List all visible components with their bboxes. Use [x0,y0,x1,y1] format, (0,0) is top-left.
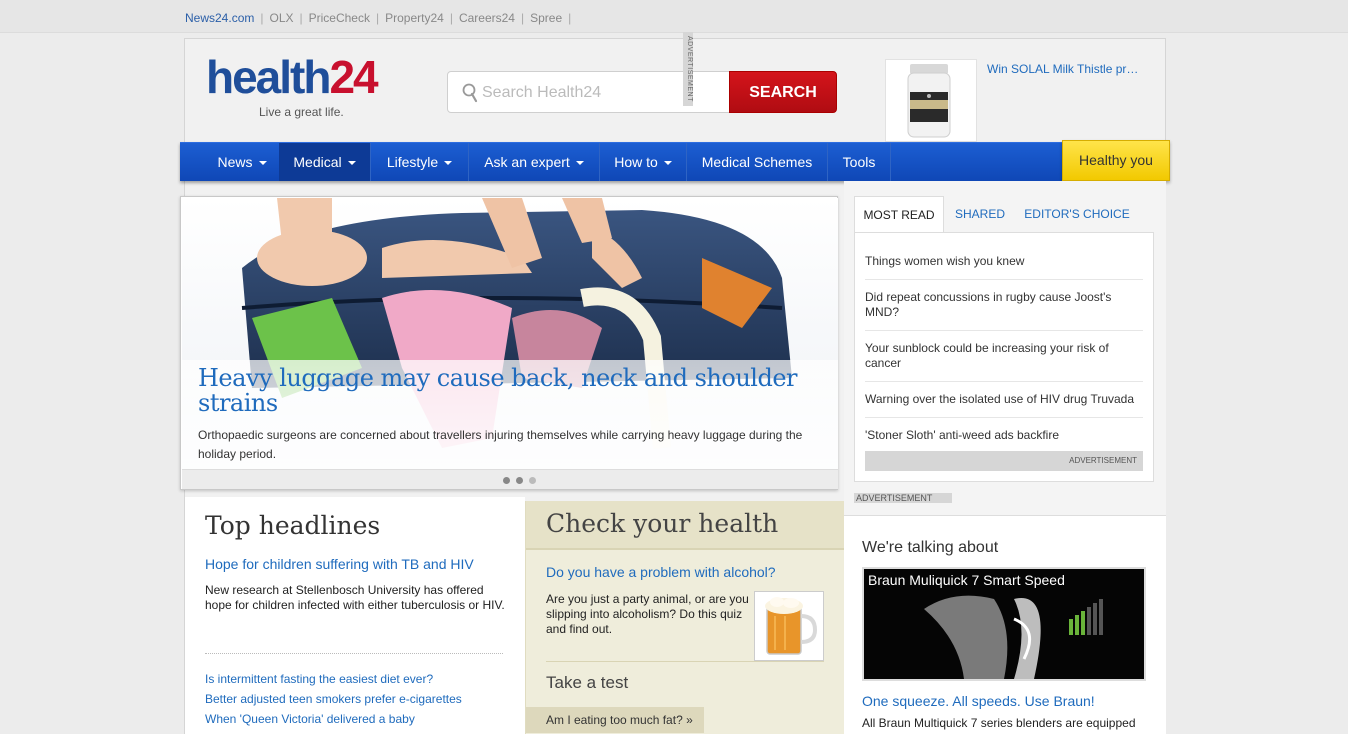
site-logo[interactable]: health24 Live a great life. [206,52,406,124]
list-item[interactable]: Your sunblock could be increasing your r… [865,341,1143,371]
chevron-down-icon [444,161,453,166]
network-link-careers24[interactable]: Careers24 [459,11,515,25]
nav-item-medical-schemes[interactable]: Medical Schemes [687,143,828,181]
divider [205,653,503,654]
network-link-olx[interactable]: OLX [269,11,293,25]
search-button[interactable]: SEARCH [729,71,837,113]
advertisement-label: ADVERTISEMENT [865,451,1143,471]
most-read-tabs: MOST READ SHARED EDITOR'S CHOICE [854,196,1154,233]
nav-healthy-you[interactable]: Healthy you [1062,140,1170,181]
top-headlines: Top headlines Hope for children sufferin… [185,497,525,734]
hero-caption: Heavy luggage may cause back, neck and s… [182,360,838,469]
network-link-pricecheck[interactable]: PriceCheck [309,11,370,25]
list-item[interactable]: Warning over the isolated use of HIV dru… [865,392,1143,407]
divider [865,417,1143,418]
top-ad-image[interactable] [885,59,977,142]
network-bar: News24.com | OLX | PriceCheck | Property24 | Car… [0,0,1348,33]
nav-item-how-to[interactable]: How to [600,143,687,181]
nav-item-medical[interactable]: Medical [279,143,371,181]
divider [546,661,824,662]
hero-description: Orthopaedic surgeons are concerned about… [198,428,803,461]
promo-link[interactable]: One squeeze. All speeds. Use Braun! [862,693,1095,709]
chevron-down-icon [347,161,356,166]
main-nav: News Medical Lifestyle Ask an expert How… [180,142,1063,181]
divider [865,381,1143,382]
carousel-dot[interactable] [503,477,510,484]
section-heading: Check your health [546,509,779,538]
carousel-pager [182,469,838,489]
logo-word-health: health [206,51,331,103]
nav-item-news[interactable]: News [200,143,285,181]
section-heading: Top headlines [205,511,381,540]
search-icon [462,83,478,103]
section-header: Check your health [526,501,844,550]
tab-most-read[interactable]: MOST READ [854,196,944,233]
list-item[interactable]: 'Stoner Sloth' anti-weed ads backfire [865,428,1143,443]
logo-word-24: 24 [329,51,378,103]
top-ad-link[interactable]: Win SOLAL Milk Thistle pr… [987,62,1138,76]
chevron-down-icon [663,161,672,166]
search-form: SEARCH [447,71,837,113]
hero-carousel[interactable]: Heavy luggage may cause back, neck and s… [180,196,838,490]
headline-link[interactable]: When 'Queen Victoria' delivered a baby [205,712,415,726]
section-heading: We're talking about [862,539,999,556]
promo-video[interactable]: Braun Muliquick 7 Smart Speed [862,567,1146,681]
logo-tagline: Live a great life. [259,105,344,119]
beer-mug-image[interactable] [754,591,824,661]
network-link-spree[interactable]: Spree [530,11,562,25]
quiz-link[interactable]: Do you have a problem with alcohol? [546,564,776,580]
advertisement-tag: ADVERTISEMENT [683,32,693,106]
take-a-test-heading: Take a test [546,673,629,692]
network-links: News24.com | OLX | PriceCheck | Property24 | Car… [185,11,572,25]
chevron-down-icon [258,161,267,166]
test-link[interactable]: Am I eating too much fat? » [526,707,704,733]
video-title: Braun Muliquick 7 Smart Speed [868,572,1065,588]
carousel-dot[interactable] [516,477,523,484]
headline-link[interactable]: Better adjusted teen smokers prefer e-ci… [205,692,462,706]
nav-item-tools[interactable]: Tools [828,143,891,181]
network-link-property24[interactable]: Property24 [385,11,444,25]
quiz-summary: Are you just a party animal, or are you … [546,592,749,636]
headline-link[interactable]: Is intermittent fasting the easiest diet… [205,672,433,686]
check-your-health: Check your health Do you have a problem … [525,501,844,734]
divider [865,279,1143,280]
hero-title[interactable]: Heavy luggage may cause back, neck and s… [198,366,818,416]
talking-about: We're talking about Braun Muliquick 7 Sm… [844,515,1166,734]
nav-item-ask-an-expert[interactable]: Ask an expert [469,143,600,181]
network-link-news24[interactable]: News24.com [185,11,254,25]
sidebar-advertisement-label: ADVERTISEMENT [854,493,952,503]
lead-summary: New research at Stellenbosch University … [205,583,505,612]
divider [865,330,1143,331]
list-item[interactable]: Things women wish you knew [865,254,1143,269]
tab-editors-choice[interactable]: EDITOR'S CHOICE [1018,196,1136,233]
search-input[interactable] [482,81,682,105]
tab-shared[interactable]: SHARED [946,196,1014,233]
carousel-dot[interactable] [529,477,536,484]
most-read-list: Things women wish you knew Did repeat co… [854,232,1154,482]
chevron-down-icon [575,161,584,166]
list-item[interactable]: Did repeat concussions in rugby cause Jo… [865,290,1143,320]
nav-item-lifestyle[interactable]: Lifestyle [371,143,469,181]
promo-text: All Braun Multiquick 7 series blenders a… [862,716,1136,730]
lead-headline[interactable]: Hope for children suffering with TB and … [205,556,474,572]
